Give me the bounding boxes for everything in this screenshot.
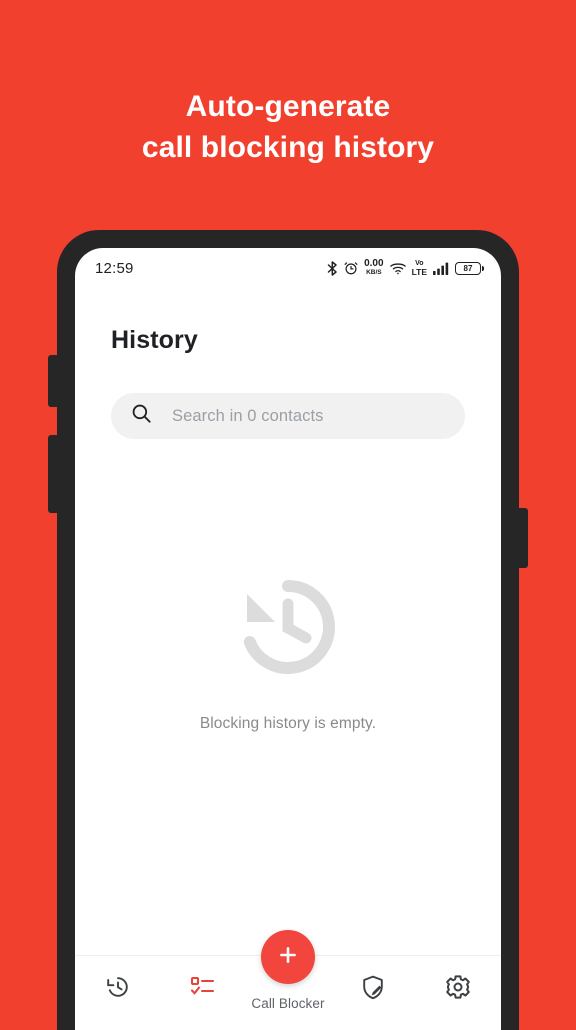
add-call-blocker-fab[interactable] — [261, 930, 315, 984]
page-title: History — [111, 326, 198, 354]
volume-down-button[interactable] — [48, 435, 58, 513]
phone-mockup: 12:59 0.00 KB/S Vo LTE 87 History Search… — [48, 230, 528, 1030]
phone-screen: 12:59 0.00 KB/S Vo LTE 87 History Search… — [75, 248, 501, 1030]
cellular-signal-icon — [433, 262, 449, 275]
search-bar[interactable]: Search in 0 contacts — [111, 393, 465, 439]
plus-icon — [276, 943, 300, 972]
network-speed-value: 0.00 — [364, 258, 384, 270]
search-icon — [131, 403, 152, 429]
battery-level: 87 — [463, 263, 473, 273]
promo-headline-line-1: Auto-generate — [185, 90, 391, 123]
volte-label-bottom: LTE — [411, 266, 427, 277]
battery-icon: 87 — [455, 261, 484, 275]
empty-state-message: Blocking history is empty. — [199, 715, 377, 732]
history-clock-icon — [234, 578, 342, 681]
promo-headline-line-2: call blocking history — [141, 131, 435, 164]
promo-headline: Auto-generate call blocking history — [0, 86, 576, 168]
alarm-icon — [344, 261, 358, 275]
empty-state: Blocking history is empty. — [75, 578, 501, 733]
wifi-icon — [389, 262, 406, 275]
bluetooth-icon — [327, 260, 338, 276]
status-bar: 12:59 0.00 KB/S Vo LTE 87 — [75, 248, 501, 288]
status-bar-clock: 12:59 — [95, 259, 134, 277]
power-button[interactable] — [518, 508, 528, 568]
volte-label-top: Vo — [415, 260, 424, 267]
search-input-placeholder[interactable]: Search in 0 contacts — [172, 407, 324, 426]
network-speed-indicator: 0.00 KB/S — [364, 259, 383, 277]
volte-icon: Vo LTE — [412, 260, 427, 276]
fab-label: Call Blocker — [251, 996, 325, 1011]
volume-up-button[interactable] — [48, 355, 58, 407]
status-bar-icons: 0.00 KB/S Vo LTE 87 — [327, 259, 484, 277]
network-speed-unit: KB/S — [366, 269, 382, 277]
